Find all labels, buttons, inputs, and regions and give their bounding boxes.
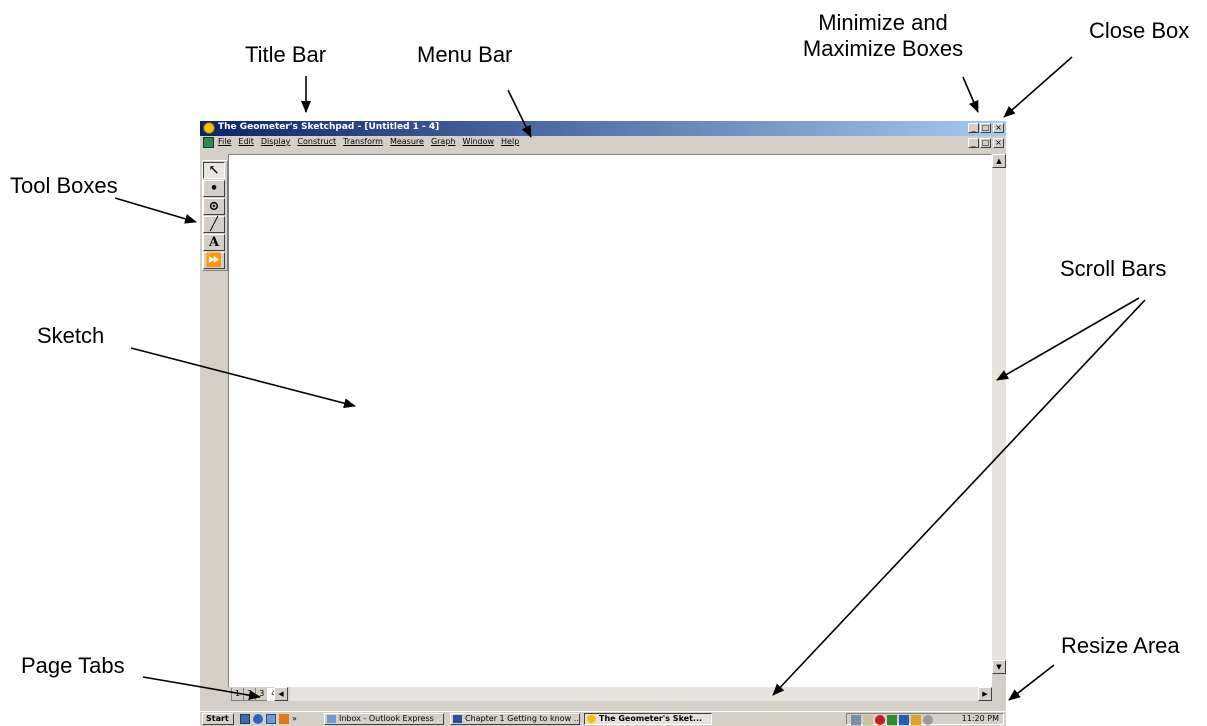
scroll-right-icon[interactable]: ▶ — [978, 687, 992, 701]
utility-icon[interactable] — [911, 715, 921, 725]
taskbar-word-document-label: Chapter 1 Getting to know ... — [465, 714, 580, 723]
display-icon[interactable] — [899, 715, 909, 725]
document-close-button[interactable]: × — [993, 138, 1004, 148]
segment-icon: ╱ — [210, 217, 218, 232]
mail-icon — [327, 715, 336, 723]
taskbar: Start » Inbox - Outlook Express Chapter … — [200, 711, 1006, 726]
antivirus-icon[interactable] — [875, 715, 885, 725]
taskbar-word-document[interactable]: Chapter 1 Getting to know ... — [450, 713, 580, 725]
document-minimize-button[interactable]: _ — [968, 138, 979, 148]
callout-close-box: Close Box — [1089, 18, 1190, 43]
scroll-down-icon[interactable]: ▼ — [992, 660, 1006, 674]
callout-sketch: Sketch — [37, 323, 105, 348]
document-restore-button[interactable]: □ — [980, 138, 991, 148]
quick-launch-more[interactable]: » — [292, 714, 297, 724]
media-player-icon[interactable] — [279, 714, 289, 724]
callout-minimize-maximize-line1: Minimize and — [818, 10, 948, 35]
callout-scroll-bars: Scroll Bars — [1060, 256, 1167, 281]
window-caption-buttons: _ □ × — [967, 123, 1004, 133]
sketch-canvas[interactable] — [228, 154, 992, 688]
sketchpad-window: The Geometer's Sketchpad - [Untitled 1 -… — [200, 121, 1006, 711]
point-tool[interactable]: • — [203, 180, 225, 197]
vertical-scrollbar[interactable]: ▲ ▼ — [992, 154, 1006, 688]
taskbar-sketchpad-label: The Geometer's Sket... — [599, 714, 703, 723]
callout-minimize-maximize-line2: Maximize Boxes — [802, 36, 964, 62]
menu-edit[interactable]: Edit — [238, 137, 254, 146]
arrow-scroll-bars-vertical — [996, 297, 1140, 381]
menu-display[interactable]: Display — [261, 137, 291, 146]
point-icon: • — [209, 181, 219, 196]
scroll-up-icon[interactable]: ▲ — [992, 154, 1006, 168]
close-button[interactable]: × — [993, 123, 1004, 133]
taskbar-outlook-express[interactable]: Inbox - Outlook Express — [324, 713, 444, 725]
taskbar-outlook-express-label: Inbox - Outlook Express — [339, 714, 434, 723]
circle-icon: ⊙ — [208, 199, 220, 214]
sketchpad-app-icon[interactable] — [203, 122, 215, 134]
arrow-close-box — [1003, 56, 1073, 118]
horizontal-scrollbar[interactable] — [290, 687, 990, 701]
arrow-tool-boxes — [114, 197, 197, 224]
desktop-icon[interactable] — [240, 714, 250, 724]
start-button[interactable]: Start — [202, 713, 234, 725]
callout-title-bar: Title Bar — [245, 42, 327, 67]
tool-box: ↖ • ⊙ ╱ A ⏩ — [202, 160, 228, 271]
menu-transform[interactable]: Transform — [343, 137, 383, 146]
callout-menu-bar: Menu Bar — [417, 42, 513, 67]
document-icon[interactable] — [203, 137, 214, 148]
menu-help[interactable]: Help — [501, 137, 519, 146]
menu-window[interactable]: Window — [462, 137, 494, 146]
callout-resize-area: Resize Area — [1061, 633, 1180, 658]
resize-area[interactable] — [992, 674, 1006, 688]
text-tool[interactable]: A — [203, 234, 225, 251]
compass-tool[interactable]: ⊙ — [203, 198, 225, 215]
minimize-button[interactable]: _ — [968, 123, 979, 133]
page-tab-bar: 1 2 3 4 ◀ ▶ — [228, 687, 1006, 701]
quick-launch: » — [240, 714, 297, 724]
security-icon[interactable] — [887, 715, 897, 725]
internet-explorer-icon[interactable] — [253, 714, 263, 724]
menu-graph[interactable]: Graph — [431, 137, 456, 146]
page-tabs: 1 2 3 4 — [231, 688, 281, 701]
word-document-icon — [453, 715, 462, 723]
volume-icon[interactable] — [863, 715, 873, 725]
arrow-icon: ↖ — [208, 163, 220, 178]
callout-tool-boxes: Tool Boxes — [10, 173, 118, 198]
straightedge-tool[interactable]: ╱ — [203, 216, 225, 233]
network-icon[interactable] — [851, 715, 861, 725]
sync-icon[interactable] — [923, 715, 933, 725]
taskbar-sketchpad[interactable]: The Geometer's Sket... — [584, 713, 712, 725]
menu-items: File Edit Display Construct Transform Me… — [218, 137, 519, 146]
menu-construct[interactable]: Construct — [297, 137, 336, 146]
window-title: The Geometer's Sketchpad - [Untitled 1 -… — [218, 122, 440, 132]
outlook-express-icon[interactable] — [266, 714, 276, 724]
title-bar[interactable]: The Geometer's Sketchpad - [Untitled 1 -… — [200, 121, 1006, 136]
selection-arrow-tool[interactable]: ↖ — [203, 162, 225, 179]
scroll-left-icon[interactable]: ◀ — [274, 687, 288, 701]
taskbar-clock: 11:20 PM — [961, 714, 999, 723]
sketchpad-icon — [587, 715, 596, 723]
custom-tool-icon: ⏩ — [205, 253, 223, 268]
system-tray: 11:20 PM — [846, 713, 1004, 725]
menu-file[interactable]: File — [218, 137, 231, 146]
menu-bar: File Edit Display Construct Transform Me… — [200, 136, 1006, 150]
document-caption-buttons: _ □ × — [967, 138, 1004, 148]
arrow-resize-area — [1008, 664, 1055, 701]
menu-measure[interactable]: Measure — [390, 137, 424, 146]
arrow-minimize-maximize — [962, 76, 979, 113]
text-icon: A — [208, 235, 220, 250]
tray-icons — [851, 715, 933, 725]
maximize-button[interactable]: □ — [980, 123, 991, 133]
callout-page-tabs: Page Tabs — [21, 653, 125, 678]
custom-tool[interactable]: ⏩ — [203, 252, 225, 269]
callout-minimize-maximize: Minimize and Maximize Boxes — [783, 10, 983, 63]
